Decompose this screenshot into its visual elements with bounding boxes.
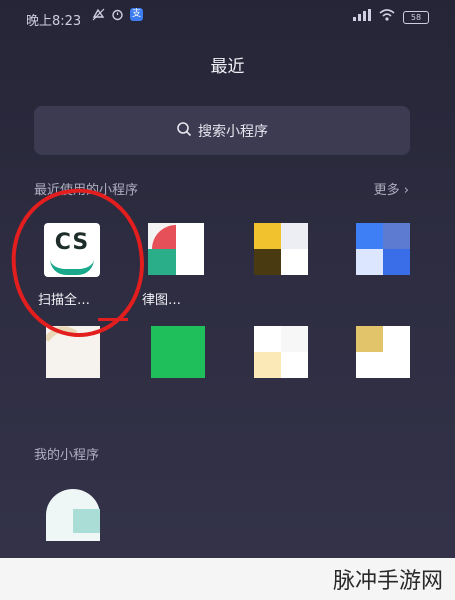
app-notification-icon: 支 (130, 8, 143, 21)
search-bar[interactable]: 搜索小程序 (34, 106, 410, 155)
signal-icon (353, 9, 371, 25)
battery-icon: 58 (403, 10, 429, 24)
alarm-icon (111, 8, 124, 21)
watermark-banner: 脉冲手游网 (0, 558, 455, 600)
app-6-icon (151, 326, 205, 378)
more-link[interactable]: 更多 › (374, 179, 409, 198)
my-app-1-icon (46, 489, 100, 541)
lvtu-app-icon (148, 223, 204, 275)
status-time: 晚上8:23 (26, 14, 82, 29)
watermark-text: 脉冲手游网 (332, 569, 443, 594)
app-label-lvtu: 律图… (142, 293, 182, 308)
status-icons: 支 (92, 8, 143, 21)
wifi-icon (379, 9, 395, 25)
my-mini-programs-label: 我的小程序 (34, 448, 100, 463)
silent-icon (92, 8, 105, 21)
search-label: 搜索小程序 (198, 123, 268, 140)
annotation-circle (2, 180, 154, 346)
annotation-underline (98, 318, 128, 321)
search-icon (176, 121, 192, 141)
app-4-icon (356, 223, 410, 275)
page-title: 最近 (210, 57, 245, 77)
app-3-icon (254, 223, 308, 275)
app-7-icon (254, 326, 308, 378)
app-8-icon (356, 326, 410, 378)
status-right: 58 (353, 9, 429, 25)
status-bar: 晚上8:23 支 58 (0, 0, 455, 36)
